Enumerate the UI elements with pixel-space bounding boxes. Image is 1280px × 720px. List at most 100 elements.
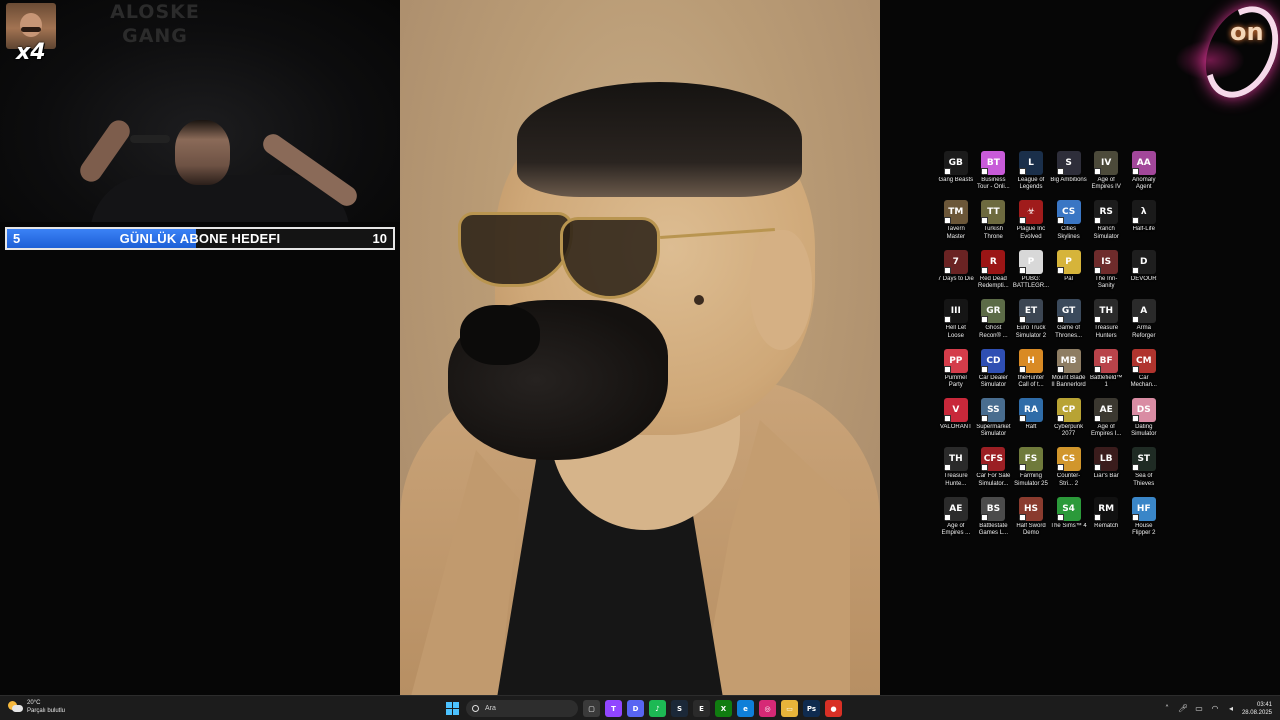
app-icon: TH bbox=[1094, 299, 1119, 324]
desktop-icon[interactable]: R Red Dead Redempti... bbox=[975, 249, 1013, 299]
app-icon: HS bbox=[1018, 496, 1043, 521]
desktop-icon[interactable]: CM Car Mechan... bbox=[1125, 348, 1163, 398]
desktop-icon[interactable]: SS Supermarket Simulator bbox=[975, 397, 1013, 447]
desktop-icon[interactable]: S4 The Sims™ 4 bbox=[1050, 496, 1088, 546]
shortcut-arrow-icon bbox=[943, 365, 951, 373]
taskview-icon[interactable]: ▢ bbox=[583, 700, 600, 717]
desktop-icon[interactable]: 77 Days to Die bbox=[937, 249, 975, 299]
display-icon[interactable]: ▭ bbox=[1194, 704, 1204, 713]
desktop-icon[interactable]: P Pal bbox=[1050, 249, 1088, 299]
desktop-icon[interactable]: RS Ranch Simulator bbox=[1087, 200, 1125, 249]
desktop-icon[interactable]: GR Ghost Recon® ... bbox=[975, 299, 1013, 348]
desktop-icon[interactable]: GT Game of Thrones... bbox=[1050, 299, 1088, 348]
desktop-icon[interactable]: IV Age of Empires IV bbox=[1087, 151, 1125, 200]
desktop-icon-label: Rematch bbox=[1094, 522, 1119, 529]
desktop-icon[interactable]: TH Treasure Hunte... bbox=[937, 447, 975, 496]
desktop-icon[interactable]: FS Farming Simulator 25 bbox=[1012, 447, 1050, 496]
steam-icon[interactable]: S bbox=[671, 700, 688, 717]
desktop-icon[interactable]: MB Mount Blade II Bannerlord bbox=[1050, 348, 1088, 398]
search-icon bbox=[472, 705, 479, 712]
app-icon: TT bbox=[981, 200, 1006, 225]
desktop-icon-label: Raft bbox=[1025, 423, 1037, 430]
desktop-icon[interactable]: HS Half Sword Demo bbox=[1012, 496, 1050, 546]
desktop-icon[interactable]: AA Anomaly Agent bbox=[1125, 151, 1163, 200]
desktop-icon[interactable]: CS Counter-Stri... 2 bbox=[1050, 447, 1088, 496]
app-icon: ST bbox=[1131, 447, 1156, 472]
desktop-icon-label: Farming Simulator 25 bbox=[1014, 473, 1048, 487]
desktop-icon[interactable]: HtheHunter Call of t... bbox=[1012, 348, 1050, 398]
discord-icon[interactable]: D bbox=[627, 700, 644, 717]
desktop-icon[interactable]: III Hell Let Loose bbox=[937, 299, 975, 348]
volume-icon[interactable]: ◂ bbox=[1226, 704, 1236, 713]
desktop-icon[interactable]: DS Dating Simulator bbox=[1125, 397, 1163, 447]
epic-icon[interactable]: E bbox=[693, 700, 710, 717]
desktop-icon[interactable]: ☣ Plague Inc Evolved bbox=[1012, 200, 1050, 249]
desktop-icon-label: Cities Skylines bbox=[1057, 226, 1080, 240]
photoshop-icon[interactable]: Ps bbox=[803, 700, 820, 717]
shortcut-arrow-icon bbox=[981, 217, 989, 225]
desktop-icon[interactable]: IS The Inn-Sanity bbox=[1087, 249, 1125, 299]
app-icon: H bbox=[1018, 348, 1043, 373]
edge-icon[interactable]: e bbox=[737, 700, 754, 717]
desktop-icon[interactable]: BS Battlestate Games L... bbox=[975, 496, 1013, 546]
desktop-icon[interactable]: λ Half-Life bbox=[1125, 200, 1163, 249]
xbox-icon[interactable]: X bbox=[715, 700, 732, 717]
chevron-up-icon[interactable]: ˄ bbox=[1162, 704, 1172, 713]
desktop-icon[interactable]: AE Age of Empires ... bbox=[937, 496, 975, 546]
explorer-icon[interactable]: ▭ bbox=[781, 700, 798, 717]
search-box[interactable]: Ara bbox=[466, 700, 578, 717]
desktop-icon[interactable]: BT Business Tour - Onli... bbox=[975, 151, 1013, 200]
chrome-icon[interactable]: ● bbox=[825, 700, 842, 717]
clock[interactable]: 03:41 28.08.2025 bbox=[1242, 701, 1272, 717]
desktop-icon[interactable]: RM Rematch bbox=[1087, 496, 1125, 546]
desktop-icon[interactable]: HF House Flipper 2 bbox=[1125, 496, 1163, 546]
weather-description: Parçalı bulutlu bbox=[27, 708, 66, 714]
desktop-icon[interactable]: RA Raft bbox=[1012, 397, 1050, 447]
desktop-icon[interactable]: V VALORANT bbox=[937, 397, 975, 447]
desktop-icon[interactable]: ET Euro Truck Simulator 2 bbox=[1012, 299, 1050, 348]
clock-time: 03:41 bbox=[1256, 701, 1272, 708]
desktop-icon[interactable]: P PUBG: BATTLEGR... bbox=[1012, 249, 1050, 299]
desktop-icon-label: Supermarket Simulator bbox=[976, 423, 1011, 438]
app-icon: IS bbox=[1094, 249, 1119, 274]
desktop-icon[interactable]: GB Gang Beasts bbox=[937, 151, 975, 200]
app-icon: FS bbox=[1018, 447, 1043, 472]
spotify-icon[interactable]: ♪ bbox=[649, 700, 666, 717]
wifi-icon[interactable]: ◠ bbox=[1210, 704, 1220, 713]
weather-temperature: 20°C bbox=[27, 700, 41, 706]
desktop-icon[interactable]: TH Treasure Hunters bbox=[1087, 299, 1125, 348]
app-icon: BT bbox=[981, 151, 1006, 175]
desktop-icon[interactable]: LB Liar's Bar bbox=[1087, 447, 1125, 496]
microphone-icon[interactable]: 🎤︎ bbox=[1178, 704, 1188, 713]
weather-widget[interactable]: 20°C Parçalı bulutlu bbox=[8, 699, 65, 715]
desktop-icon[interactable]: D DEVOUR bbox=[1125, 249, 1163, 299]
app-icon: ET bbox=[1018, 299, 1043, 324]
twitch-icon[interactable]: T bbox=[605, 700, 622, 717]
taskbar-center: Ara ▢ T D ♪ S E Xe ◎ ▭ Ps ● bbox=[444, 699, 842, 718]
desktop-icon[interactable]: CD Car Dealer Simulator bbox=[975, 348, 1013, 398]
desktop-icon[interactable]: CS Cities Skylines bbox=[1050, 200, 1088, 249]
desktop-icon[interactable]: PP Pummel Party bbox=[937, 348, 975, 398]
desktop-icon[interactable]: CP Cyberpunk 2077 bbox=[1050, 397, 1088, 447]
desktop-icon-label: Ghost Recon® ... bbox=[979, 325, 1008, 339]
app-icon: RS bbox=[1094, 200, 1119, 225]
desktop-icon[interactable]: S Big Ambitions bbox=[1050, 151, 1088, 200]
desktop-icon-label: Anomaly Agent bbox=[1132, 177, 1156, 191]
instagram-icon[interactable]: ◎ bbox=[759, 700, 776, 717]
screen: ALOSKE GANG x4 5 GÜNLÜK ABONE HEDEFI 10 bbox=[0, 0, 1280, 720]
app-icon: BF bbox=[1094, 348, 1119, 373]
desktop-icon[interactable]: TM Tavern Master bbox=[937, 200, 975, 249]
desktop-icon-label: Hell Let Loose bbox=[945, 325, 966, 339]
desktop-icon[interactable]: TT Turkish Throne bbox=[975, 200, 1013, 249]
app-icon: GT bbox=[1056, 299, 1081, 324]
desktop-icon[interactable]: BF Battlefield™ 1 bbox=[1087, 348, 1125, 398]
desktop-icon-label: Tavern Master bbox=[946, 226, 965, 240]
desktop-icon[interactable]: L League of Legends bbox=[1012, 151, 1050, 200]
desktop-icon[interactable]: ST Sea of Thieves bbox=[1125, 447, 1163, 496]
desktop-icon[interactable]: AE Age of Empires I... bbox=[1087, 397, 1125, 447]
app-icon: CM bbox=[1131, 348, 1156, 373]
system-tray: ˄ 🎤︎ ▭ ◠ ◂ 03:41 28.08.2025 bbox=[1162, 699, 1272, 718]
desktop-icon[interactable]: A Arma Reforger bbox=[1125, 299, 1163, 348]
start-button[interactable] bbox=[444, 700, 461, 717]
desktop-icon[interactable]: CFS Car For Sale Simulator... bbox=[975, 447, 1013, 496]
